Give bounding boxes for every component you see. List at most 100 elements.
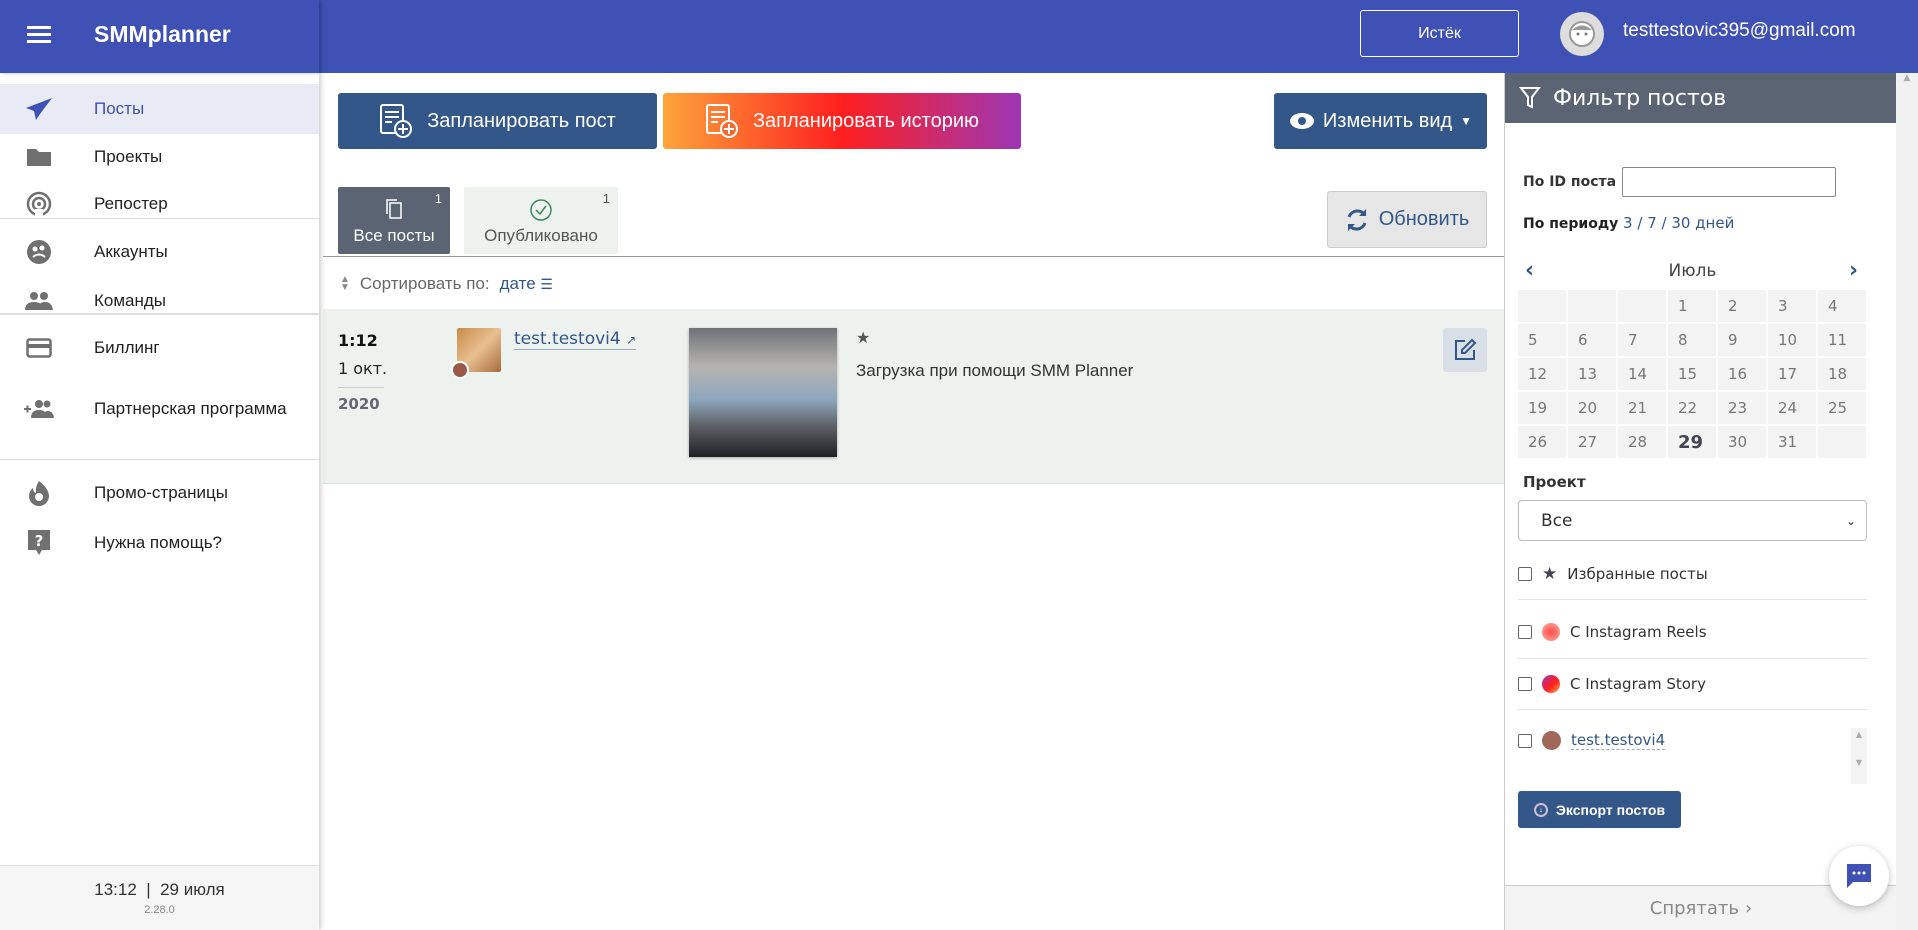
sidebar-item-accounts[interactable]: Аккаунты — [0, 227, 319, 277]
calendar-day[interactable]: 16 — [1718, 358, 1766, 390]
calendar-day[interactable]: 12 — [1518, 358, 1566, 390]
next-month-icon[interactable]: › — [1849, 258, 1858, 283]
sidebar: Посты Проекты Репостер Аккаунты Команды … — [0, 73, 319, 930]
favorite-star-icon[interactable]: ★ — [856, 328, 870, 347]
period-3-link[interactable]: 3 — [1623, 214, 1633, 232]
checkbox[interactable] — [1518, 677, 1532, 691]
subscription-expired-button[interactable]: Истёк — [1360, 10, 1519, 57]
calendar-day[interactable]: 18 — [1818, 358, 1866, 390]
calendar-day[interactable]: 10 — [1768, 324, 1816, 356]
calendar-day — [1568, 290, 1616, 322]
calendar-day[interactable]: 11 — [1818, 324, 1866, 356]
check-circle-icon — [530, 199, 552, 221]
calendar-day[interactable]: 30 — [1718, 426, 1766, 458]
post-image[interactable] — [689, 328, 837, 457]
checkbox[interactable] — [1518, 733, 1532, 748]
story-label: С Instagram Story — [1570, 675, 1706, 693]
checkbox[interactable] — [1518, 625, 1532, 639]
accounts-icon — [0, 239, 94, 265]
reels-label: С Instagram Reels — [1570, 623, 1707, 641]
calendar-day[interactable]: 5 — [1518, 324, 1566, 356]
brand-logo[interactable]: SMMplanner — [94, 21, 231, 48]
divider — [1518, 709, 1867, 710]
sidebar-item-projects[interactable]: Проекты — [0, 132, 319, 182]
reels-filter[interactable]: С Instagram Reels — [1518, 623, 1867, 641]
calendar-day[interactable]: 3 — [1768, 290, 1816, 322]
broadcast-icon — [0, 191, 94, 217]
calendar-day[interactable]: 21 — [1618, 392, 1666, 424]
refresh-icon — [1347, 208, 1367, 231]
sidebar-divider — [0, 459, 319, 460]
calendar-day[interactable]: 19 — [1518, 392, 1566, 424]
schedule-post-button[interactable]: Запланировать пост — [338, 93, 657, 149]
calendar-day[interactable]: 1 — [1668, 290, 1716, 322]
refresh-button[interactable]: Обновить — [1327, 191, 1487, 248]
calendar-month: Июль — [1668, 261, 1717, 281]
user-email[interactable]: testtestovic395@gmail.com — [1623, 20, 1856, 42]
id-label: По ID поста — [1523, 174, 1617, 190]
tab-all-posts[interactable]: 1 Все посты — [338, 187, 450, 254]
post-year: 2020 — [338, 395, 380, 413]
sidebar-footer: 13:12 | 29 июля 2.28.0 — [0, 865, 319, 930]
story-filter[interactable]: С Instagram Story — [1518, 675, 1867, 693]
sidebar-item-label: Нужна помощь? — [94, 533, 223, 552]
calendar-day[interactable]: 26 — [1518, 426, 1566, 458]
calendar-day[interactable]: 28 — [1618, 426, 1666, 458]
sort-control: ▲ ▼ Сортировать по: дате ☰ — [340, 274, 553, 294]
chat-button[interactable] — [1829, 846, 1889, 906]
sidebar-item-label: Аккаунты — [94, 242, 168, 261]
calendar-day[interactable]: 13 — [1568, 358, 1616, 390]
calendar-day[interactable]: 31 — [1768, 426, 1816, 458]
calendar-day[interactable]: 27 — [1568, 426, 1616, 458]
change-view-button[interactable]: Изменить вид ▼ — [1274, 93, 1487, 149]
menu-icon[interactable] — [27, 26, 51, 29]
user-avatar[interactable] — [1560, 12, 1604, 56]
tab-published[interactable]: 1 Опубликовано — [464, 187, 618, 254]
calendar-day[interactable]: 9 — [1718, 324, 1766, 356]
calendar-day[interactable]: 15 — [1668, 358, 1716, 390]
edit-post-button[interactable] — [1443, 328, 1487, 372]
calendar-day[interactable]: 17 — [1768, 358, 1816, 390]
calendar-day[interactable]: 8 — [1668, 324, 1716, 356]
calendar-day[interactable]: 29 — [1668, 426, 1716, 458]
export-posts-button[interactable]: ↓ Экспорт постов — [1518, 791, 1681, 828]
account-name: test.testovi4 — [514, 329, 621, 349]
sidebar-item-help[interactable]: ? Нужна помощь? — [0, 518, 319, 568]
calendar-day[interactable]: 2 — [1718, 290, 1766, 322]
sidebar-item-teams[interactable]: Команды — [0, 276, 319, 326]
calendar-day[interactable]: 7 — [1618, 324, 1666, 356]
sidebar-item-promo[interactable]: Промо-страницы — [0, 468, 319, 518]
calendar-day[interactable]: 6 — [1568, 324, 1616, 356]
calendar-day[interactable]: 20 — [1568, 392, 1616, 424]
calendar-day — [1618, 290, 1666, 322]
calendar-day[interactable]: 22 — [1668, 392, 1716, 424]
account-list-scrollbar[interactable]: ▲ ▼ — [1851, 728, 1867, 784]
sidebar-item-billing[interactable]: Биллинг — [0, 323, 319, 373]
calendar-day[interactable]: 24 — [1768, 392, 1816, 424]
calendar-day[interactable]: 25 — [1818, 392, 1866, 424]
sidebar-item-partner[interactable]: Партнерская программа — [0, 385, 319, 433]
filter-title: Фильтр постов — [1553, 85, 1727, 111]
sort-by-date[interactable]: дате ☰ — [500, 274, 553, 294]
period-7-link[interactable]: 7 — [1647, 214, 1657, 232]
favorites-label: Избранные посты — [1567, 565, 1708, 583]
page-scrollbar[interactable]: ▲ — [1896, 73, 1918, 930]
calendar-day[interactable]: 4 — [1818, 290, 1866, 322]
reels-icon — [1542, 623, 1560, 641]
sort-lines-icon: ☰ — [540, 276, 553, 292]
project-select[interactable]: Все ⌄ — [1518, 500, 1867, 541]
account-filter[interactable]: test.testovi4 — [1518, 731, 1867, 750]
period-30-link[interactable]: 30 дней — [1671, 214, 1734, 232]
schedule-post-label: Запланировать пост — [427, 109, 616, 132]
schedule-story-button[interactable]: Запланировать историю — [663, 93, 1021, 149]
sidebar-item-label: Промо-страницы — [94, 483, 228, 502]
favorites-filter[interactable]: ★ Избранные посты — [1518, 564, 1867, 584]
account-link[interactable]: test.testovi4 ↗ — [514, 329, 637, 350]
post-id-input[interactable] — [1622, 167, 1837, 197]
calendar-day[interactable]: 14 — [1618, 358, 1666, 390]
sidebar-item-posts[interactable]: Посты — [0, 84, 319, 134]
sidebar-item-reposter[interactable]: Репостер — [0, 179, 319, 229]
star-icon: ★ — [1542, 564, 1558, 584]
checkbox[interactable] — [1518, 567, 1532, 581]
calendar-day[interactable]: 23 — [1718, 392, 1766, 424]
